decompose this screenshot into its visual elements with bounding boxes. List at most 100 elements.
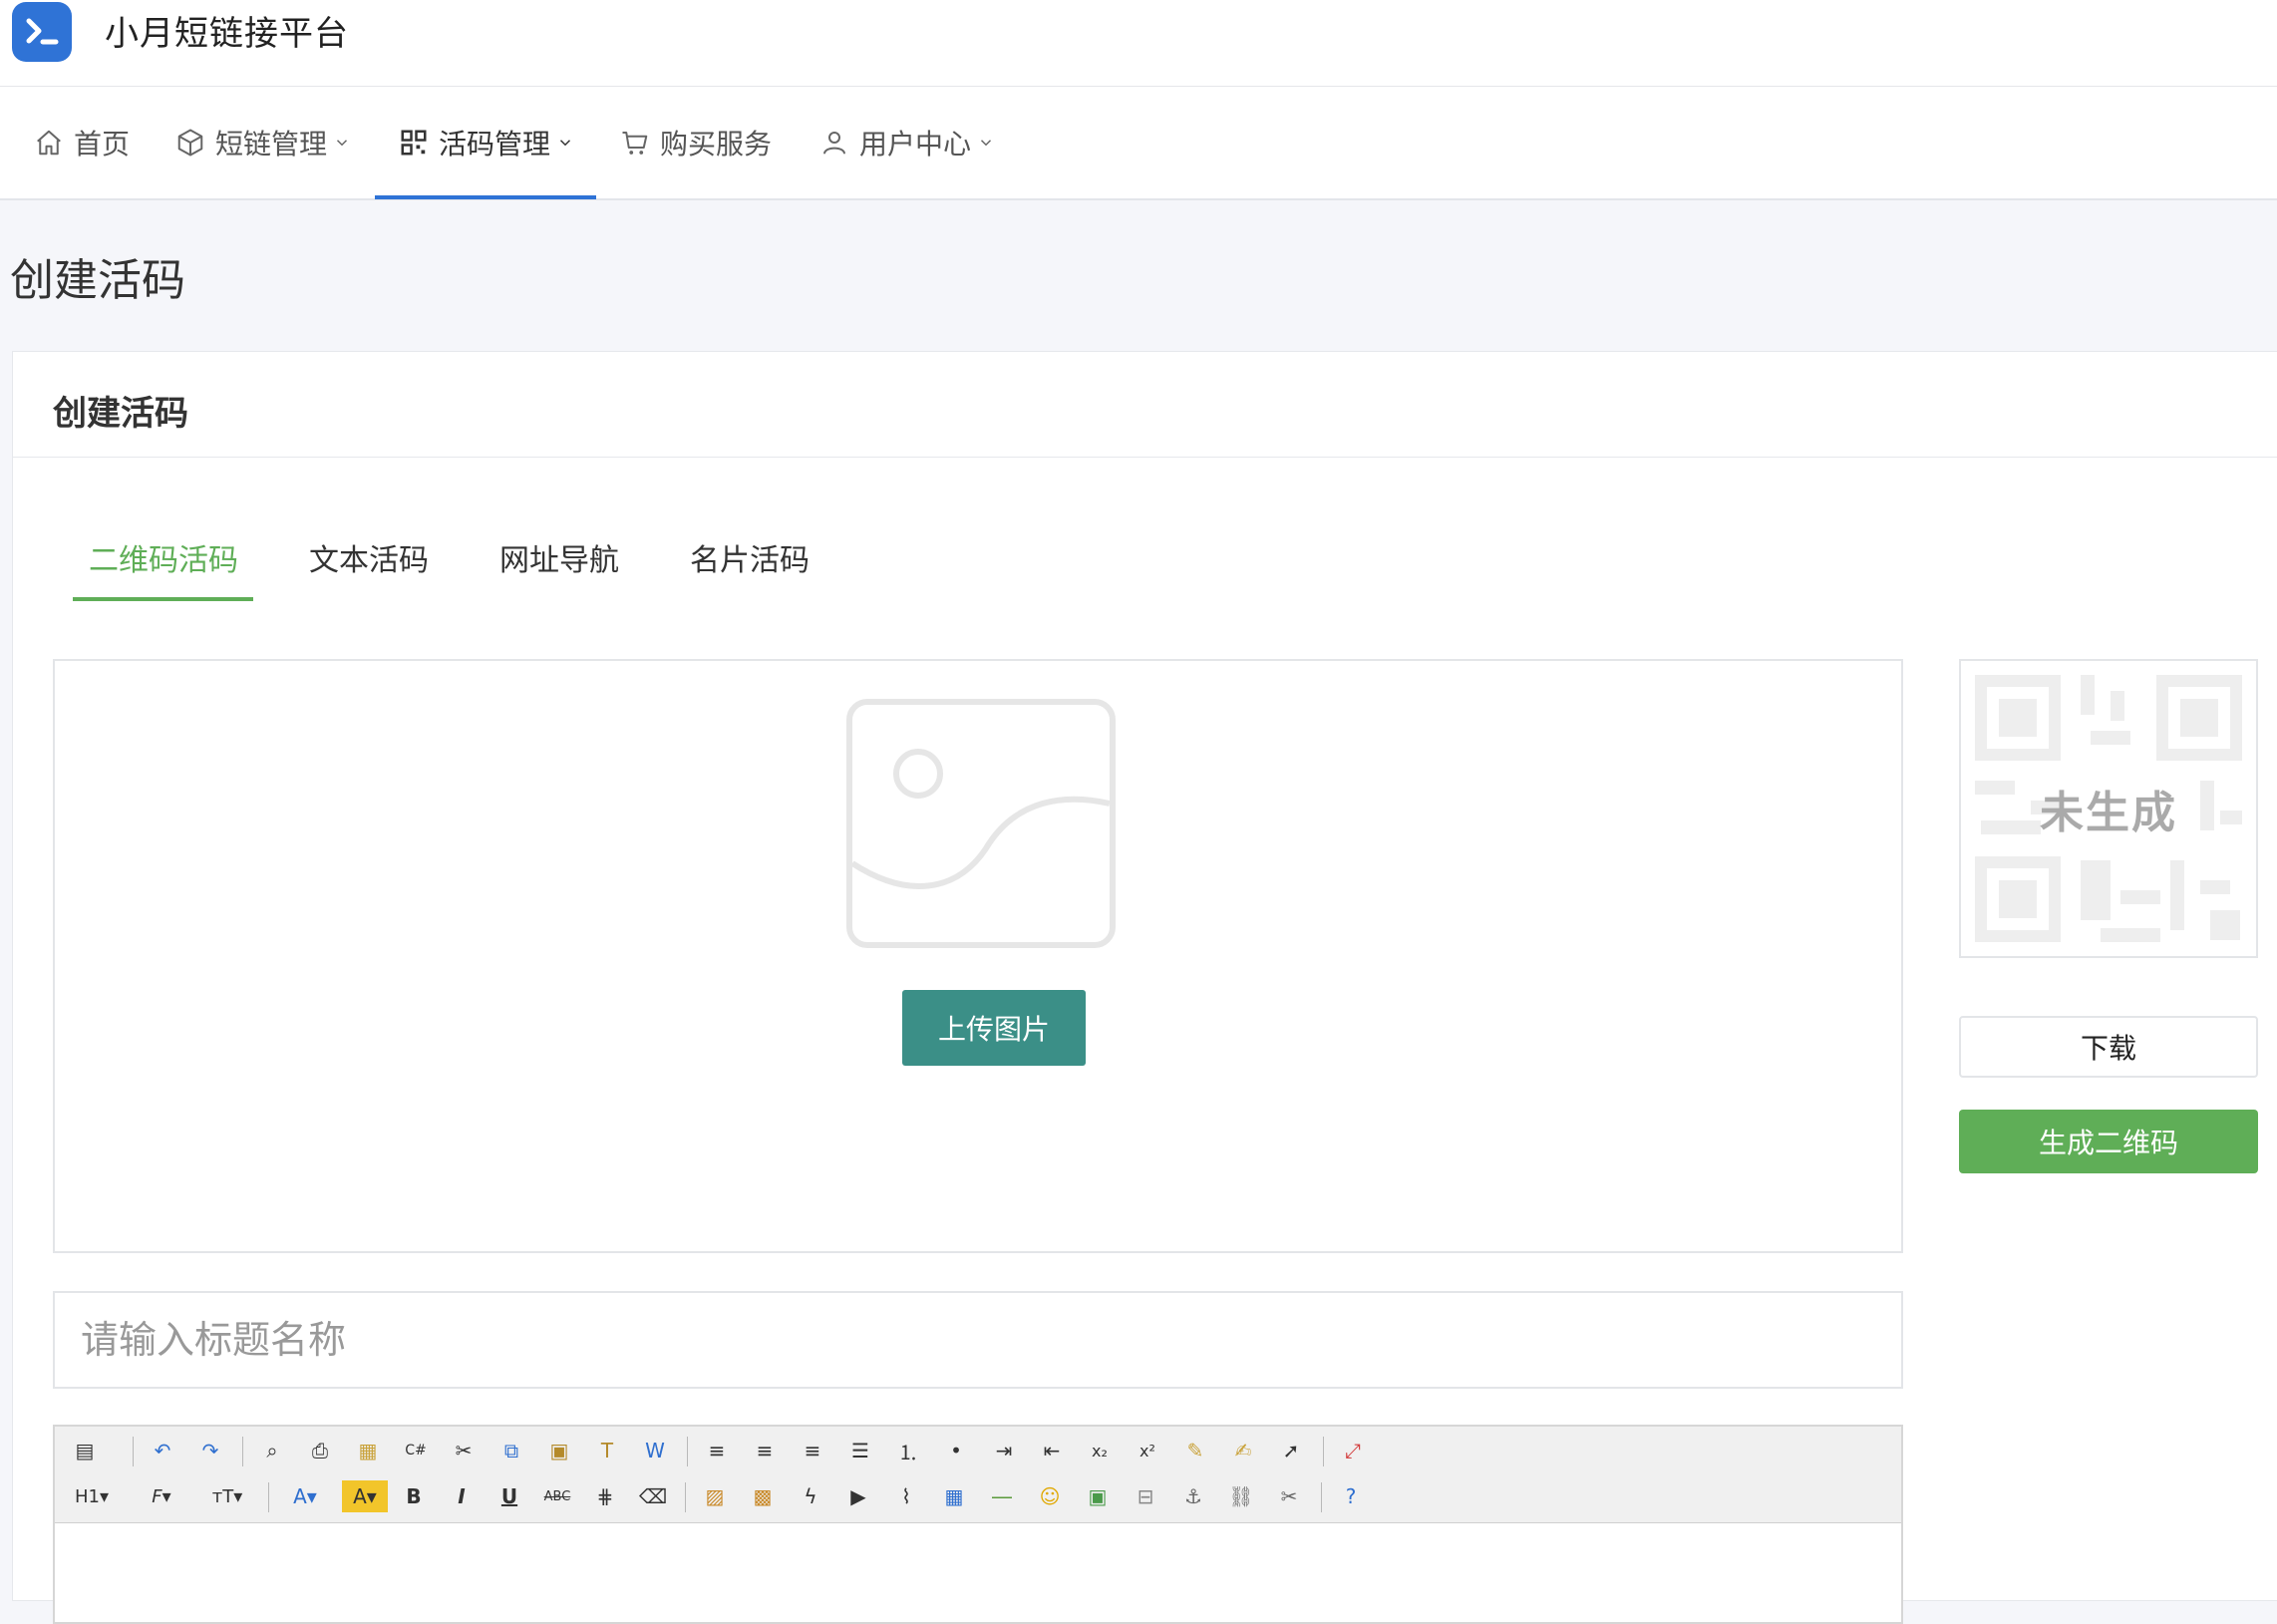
top-header: 小月短链接平台 — [0, 0, 2277, 87]
clear-format-icon[interactable]: ✎ — [1179, 1435, 1211, 1466]
horizontal-rule-icon[interactable]: ― — [986, 1480, 1018, 1512]
align-right-icon[interactable]: ≡ — [797, 1435, 828, 1466]
indent-icon[interactable]: ⇥ — [988, 1435, 1020, 1466]
insert-image-icon[interactable]: ▨ — [699, 1480, 731, 1512]
app-title: 小月短链接平台 — [105, 14, 349, 54]
anchor-icon[interactable]: ⚓ — [1177, 1480, 1209, 1512]
nav-item-label: 购买服务 — [660, 128, 773, 161]
toolbar-separator — [685, 1482, 686, 1512]
toolbar-separator — [1321, 1482, 1322, 1512]
nav-item-shortlinks[interactable]: 短链管理 — [175, 87, 351, 198]
font-family-icon[interactable]: F▾ — [139, 1480, 184, 1512]
toolbar-separator — [1323, 1437, 1324, 1466]
table-icon[interactable]: ▦ — [938, 1480, 970, 1512]
paste-text-icon[interactable]: T — [591, 1435, 623, 1466]
preview-icon[interactable]: ⌕ — [256, 1435, 288, 1466]
font-size-icon[interactable]: тT▾ — [204, 1480, 250, 1512]
source-icon[interactable]: ▤ — [69, 1435, 101, 1466]
media-icon[interactable]: ▶ — [842, 1480, 874, 1512]
strikethrough-icon[interactable]: ABC — [541, 1480, 573, 1512]
outdent-icon[interactable]: ⇤ — [1036, 1435, 1068, 1466]
italic-icon[interactable]: I — [446, 1480, 478, 1512]
card-title: 创建活码 — [53, 394, 188, 434]
align-center-icon[interactable]: ≡ — [749, 1435, 781, 1466]
nav-item-label: 首页 — [74, 128, 131, 161]
user-icon — [823, 132, 845, 155]
cut-icon[interactable]: ✂ — [448, 1435, 480, 1466]
attachment-icon[interactable]: ⌇ — [890, 1480, 922, 1512]
nav-item-label: 用户中心 — [859, 128, 972, 161]
help-icon[interactable]: ? — [1335, 1480, 1367, 1512]
flash-icon[interactable]: ϟ — [795, 1480, 826, 1512]
ordered-list-icon[interactable]: ⒈ — [892, 1435, 924, 1466]
cart-icon — [622, 132, 648, 155]
upload-image-button[interactable]: 上传图片 — [902, 990, 1086, 1066]
image-icon[interactable]: ▣ — [1082, 1480, 1114, 1512]
paste-word-icon[interactable]: W — [639, 1435, 671, 1466]
rich-text-editor[interactable]: ▤ ↶ ↷ ⌕ ⎙ ▦ C# ✂ ⧉ ▣ T W ≡ ≡ ≡ ☰ ⒈ • ⇥ ⇤… — [53, 1425, 1903, 1624]
terminal-icon — [26, 18, 59, 45]
page-title: 创建活码 — [10, 255, 185, 306]
toolbar-separator — [242, 1437, 243, 1466]
chevron-down-icon — [559, 140, 571, 147]
toolbar-separator — [687, 1437, 688, 1466]
app-logo[interactable] — [12, 2, 72, 62]
tab-business-card[interactable]: 名片活码 — [690, 535, 810, 579]
nav-active-indicator — [375, 195, 596, 199]
nav-item-livecode[interactable]: 活码管理 — [399, 87, 574, 198]
heading-icon[interactable]: H1▾ — [69, 1480, 115, 1512]
image-upload-area[interactable]: 上传图片 — [53, 659, 1903, 1253]
nav-item-home[interactable]: 首页 — [34, 87, 130, 198]
underline-icon[interactable]: U — [493, 1480, 525, 1512]
align-justify-icon[interactable]: ☰ — [844, 1435, 876, 1466]
code-icon[interactable]: C# — [400, 1435, 432, 1466]
nav-item-usercenter[interactable]: 用户中心 — [819, 87, 995, 198]
line-height-icon[interactable]: ⋕ — [589, 1480, 621, 1512]
pointer-icon[interactable]: ➚ — [1275, 1435, 1307, 1466]
bold-icon[interactable]: B — [398, 1480, 430, 1512]
generate-qrcode-button[interactable]: 生成二维码 — [1959, 1110, 2258, 1173]
chevron-down-icon — [980, 140, 992, 147]
tab-url-nav[interactable]: 网址导航 — [499, 535, 619, 579]
tab-active-indicator — [73, 597, 253, 601]
select-all-icon[interactable]: ✍ — [1227, 1435, 1259, 1466]
superscript-icon[interactable]: x² — [1132, 1435, 1163, 1466]
subscript-icon[interactable]: x₂ — [1084, 1435, 1116, 1466]
qrcode-icon — [401, 130, 427, 156]
chevron-down-icon — [336, 140, 348, 147]
create-livecode-card: 创建活码 二维码活码 文本活码 网址导航 名片活码 上传图片 ▤ ↶ ↷ ⌕ ⎙… — [12, 351, 2277, 1624]
qrcode-preview: 未生成 — [1959, 659, 2258, 958]
image-placeholder-icon — [846, 699, 1116, 948]
title-input[interactable] — [53, 1291, 1903, 1389]
unordered-list-icon[interactable]: • — [940, 1435, 972, 1466]
highlight-icon[interactable]: A▾ — [342, 1480, 388, 1512]
toolbar-separator — [133, 1437, 134, 1466]
editor-toolbar: ▤ ↶ ↷ ⌕ ⎙ ▦ C# ✂ ⧉ ▣ T W ≡ ≡ ≡ ☰ ⒈ • ⇥ ⇤… — [55, 1427, 1901, 1523]
home-icon — [37, 130, 61, 156]
link-icon[interactable]: ⛓ — [1225, 1480, 1257, 1512]
redo-icon[interactable]: ↷ — [194, 1435, 226, 1466]
eraser-icon[interactable]: ⌫ — [637, 1480, 669, 1512]
align-left-icon[interactable]: ≡ — [701, 1435, 733, 1466]
print-icon[interactable]: ⎙ — [304, 1435, 336, 1466]
tab-text[interactable]: 文本活码 — [309, 535, 429, 579]
download-button[interactable]: 下载 — [1959, 1016, 2258, 1078]
paste-icon[interactable]: ▣ — [543, 1435, 575, 1466]
nav-item-label: 短链管理 — [215, 128, 328, 161]
template-icon[interactable]: ▦ — [352, 1435, 384, 1466]
emoticon-icon[interactable]: ☺ — [1034, 1480, 1066, 1512]
card-header: 创建活码 — [13, 352, 2277, 458]
page-break-icon[interactable]: ⊟ — [1130, 1480, 1161, 1512]
undo-icon[interactable]: ↶ — [147, 1435, 178, 1466]
multi-image-icon[interactable]: ▩ — [747, 1480, 779, 1512]
fullscreen-icon[interactable]: ⤢ — [1337, 1435, 1369, 1466]
toolbar-separator — [268, 1482, 269, 1512]
copy-icon[interactable]: ⧉ — [495, 1435, 527, 1466]
unlink-icon[interactable]: ✂ — [1273, 1480, 1305, 1512]
nav-item-purchase[interactable]: 购买服务 — [620, 87, 772, 198]
cube-icon — [177, 129, 203, 157]
font-color-icon[interactable]: A▾ — [282, 1480, 328, 1512]
qrcode-status: 未生成 — [2040, 788, 2177, 838]
nav-item-label: 活码管理 — [439, 128, 551, 161]
tab-qrcode[interactable]: 二维码活码 — [89, 535, 238, 579]
